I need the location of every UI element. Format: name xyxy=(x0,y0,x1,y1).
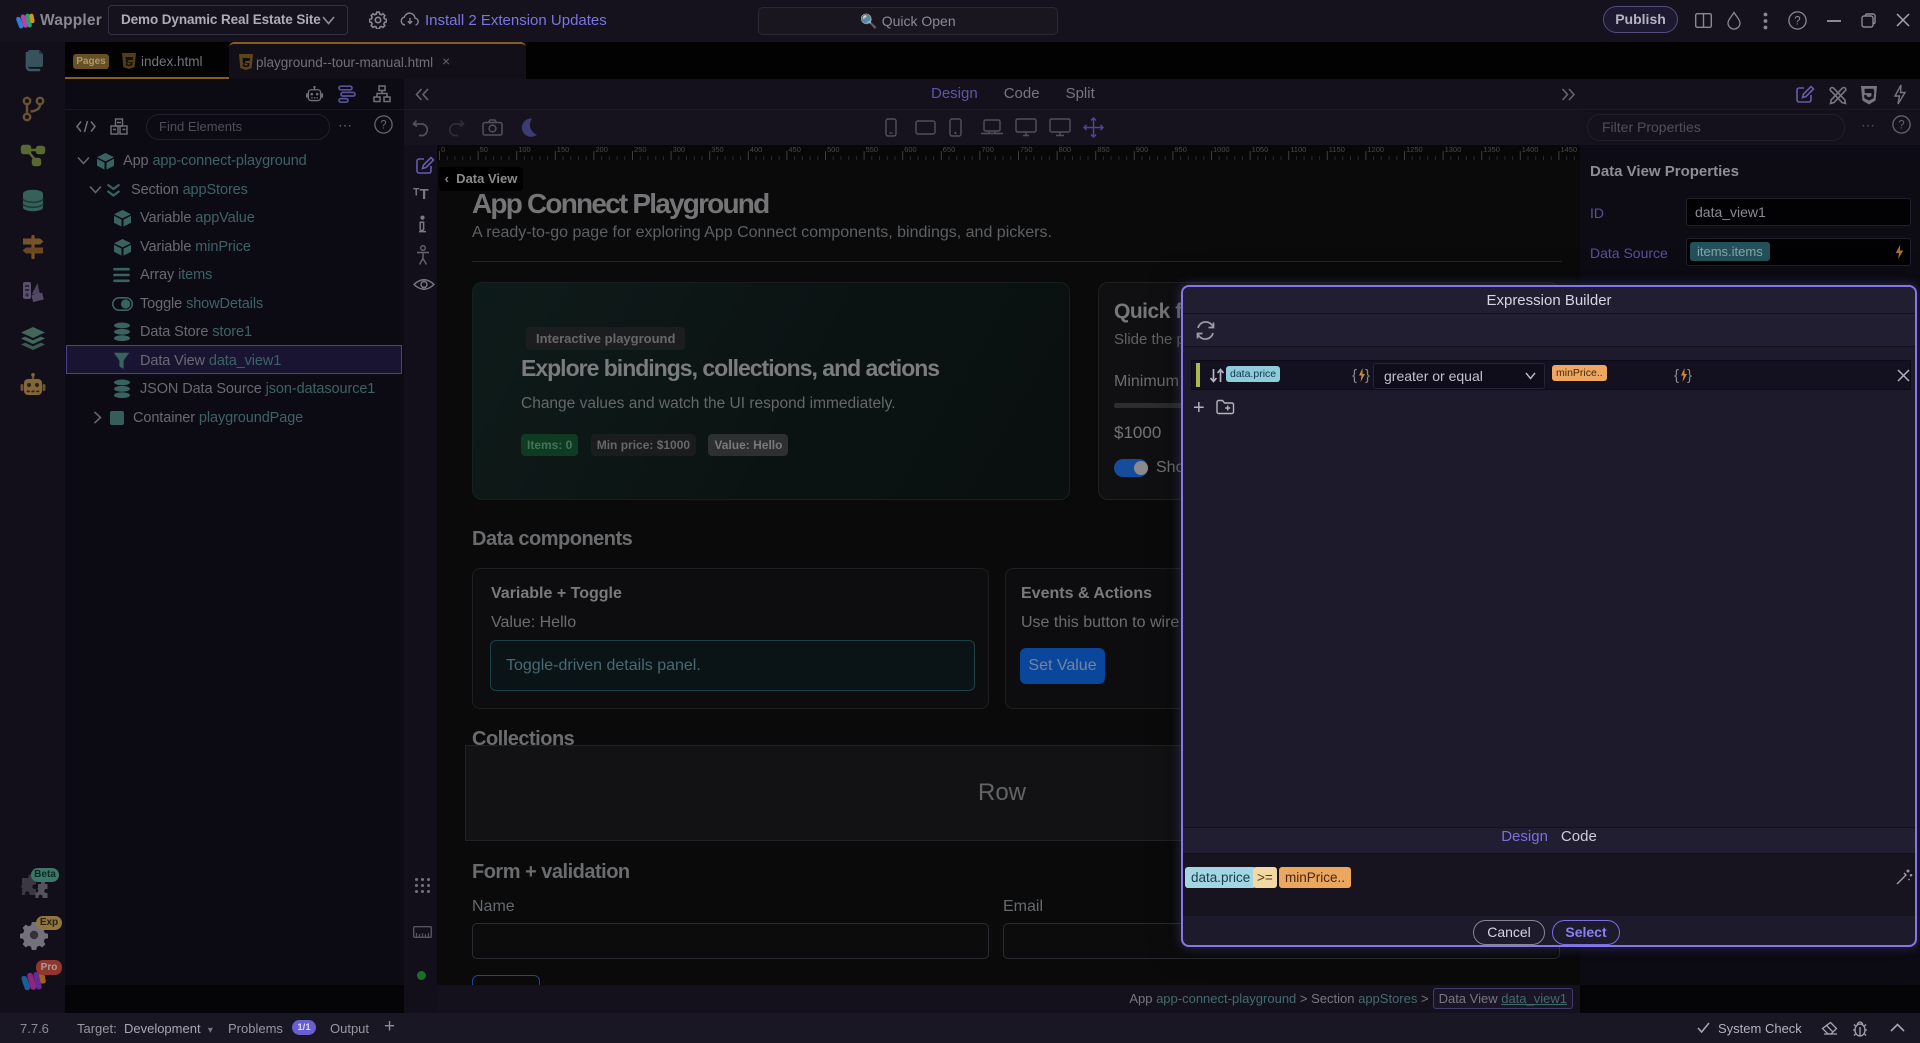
svg-text:{: { xyxy=(1352,367,1357,384)
svg-text:?: ? xyxy=(1794,16,1800,28)
svg-text:{: { xyxy=(1674,367,1679,384)
svg-text:}: } xyxy=(1687,367,1692,384)
svg-text:}: } xyxy=(1365,367,1370,384)
